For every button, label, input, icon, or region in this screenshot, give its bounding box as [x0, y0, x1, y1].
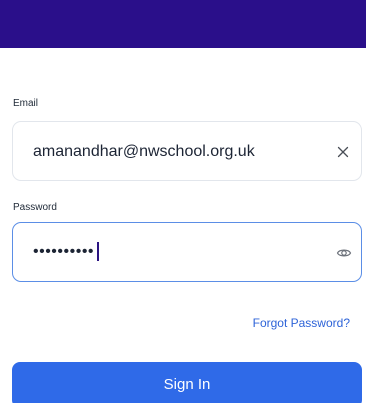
sign-in-button[interactable]: Sign In	[12, 362, 362, 403]
top-app-bar	[0, 0, 366, 48]
close-icon[interactable]	[335, 144, 351, 160]
password-label: Password	[13, 202, 57, 213]
password-input-value[interactable]: ••••••••••	[33, 242, 100, 261]
text-caret	[97, 242, 100, 261]
email-field[interactable]: amanandhar@nwschool.org.uk	[12, 121, 362, 181]
email-input-value[interactable]: amanandhar@nwschool.org.uk	[33, 143, 255, 161]
login-screen: Email amanandhar@nwschool.org.uk Passwor…	[0, 0, 366, 403]
forgot-password-link[interactable]: Forgot Password?	[253, 316, 350, 330]
eye-icon[interactable]	[336, 246, 352, 260]
password-masked-text: ••••••••••	[33, 242, 95, 260]
password-field[interactable]: ••••••••••	[12, 222, 362, 282]
email-label: Email	[13, 98, 39, 109]
